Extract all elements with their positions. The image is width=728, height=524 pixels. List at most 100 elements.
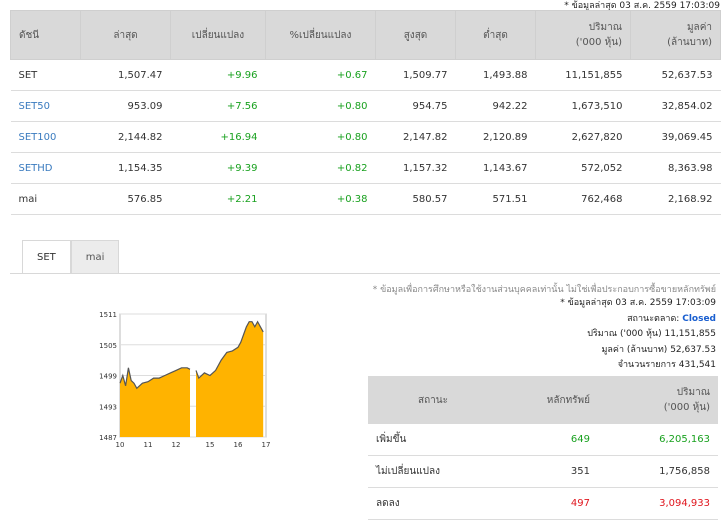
set-index-chart: 1511 1505 1499 1493 148710 11 12 15 16 17	[99, 311, 271, 449]
value-label: มูลค่า (ล้านบาท)	[601, 344, 668, 355]
table-row: SET50 953.09 +7.56 +0.80 954.75 942.22 1,673,5…	[10, 90, 721, 122]
cell-name[interactable]: SETHD	[10, 152, 81, 184]
cell-value: 52,637.53	[630, 59, 721, 91]
cell-status: เพิ่มขึ้น	[368, 424, 498, 456]
index-table: ดัชนี ล่าสุด เปลี่ยนแปลง %เปลี่ยนแปลง สู…	[10, 10, 721, 215]
value-value: 52,637.53	[670, 344, 716, 355]
x-tick-label: 10	[116, 441, 125, 449]
cell-change: +7.56	[170, 90, 266, 122]
table-row: ลดลง 497 3,094,933	[368, 487, 718, 520]
cell-low: 571.51	[455, 183, 536, 215]
cell-count: 351	[498, 455, 598, 488]
table-row: SET100 2,144.82 +16.94 +0.80 2,147.82 2,120.8…	[10, 121, 721, 153]
cell-value: 32,854.02	[630, 90, 721, 122]
cell-pct-change: +0.80	[265, 90, 376, 122]
col-high: สูงสุด	[375, 10, 456, 60]
x-tick-label: 12	[172, 441, 181, 449]
index-table-header: ดัชนี ล่าสุด เปลี่ยนแปลง %เปลี่ยนแปลง สู…	[10, 10, 721, 60]
col-securities: หลักทรัพย์	[498, 376, 598, 424]
cell-volume: 572,052	[535, 152, 631, 184]
cell-pct-change: +0.67	[265, 59, 376, 91]
cell-change: +9.96	[170, 59, 266, 91]
cell-low: 942.22	[455, 90, 536, 122]
cell-change: +9.39	[170, 152, 266, 184]
tab-divider	[10, 273, 720, 274]
cell-status: ไม่เปลี่ยนแปลง	[368, 455, 498, 488]
x-tick-label: 16	[234, 441, 243, 449]
cell-volume: 2,627,820	[535, 121, 631, 153]
col-volume: ปริมาณ ('000 หุ้น)	[535, 10, 631, 60]
cell-last: 1,507.47	[80, 59, 171, 91]
info-trades-line: จำนวนรายการ 431,541	[560, 358, 716, 374]
cell-stat-volume: 3,094,933	[598, 487, 718, 520]
cell-high: 2,147.82	[375, 121, 456, 153]
y-tick-label: 1487	[99, 434, 117, 442]
cell-low: 1,143.67	[455, 152, 536, 184]
cell-low: 2,120.89	[455, 121, 536, 153]
tab-set[interactable]: SET	[22, 240, 71, 274]
info-value-line: มูลค่า (ล้านบาท) 52,637.53	[560, 343, 716, 359]
cell-value: 8,363.98	[630, 152, 721, 184]
info-update: * ข้อมูลล่าสุด 03 ส.ค. 2559 17:03:09	[560, 298, 716, 308]
cell-status: ลดลง	[368, 487, 498, 520]
cell-volume: 762,468	[535, 183, 631, 215]
cell-last: 2,144.82	[80, 121, 171, 153]
info-status-line: สถานะตลาด: Closed	[560, 312, 716, 328]
y-tick-label: 1511	[99, 311, 117, 319]
cell-volume: 11,151,855	[535, 59, 631, 91]
cell-pct-change: +0.38	[265, 183, 376, 215]
cell-volume: 1,673,510	[535, 90, 631, 122]
cell-value: 2,168.92	[630, 183, 721, 215]
cell-last: 953.09	[80, 90, 171, 122]
table-row: mai 576.85 +2.21 +0.38 580.57 571.51 762,468 2,…	[10, 183, 721, 215]
x-tick-label: 11	[144, 441, 153, 449]
info-volume-line: ปริมาณ ('000 หุ้น) 11,151,855	[560, 327, 716, 343]
col-index: ดัชนี	[10, 10, 81, 60]
col-stat-volume: ปริมาณ ('000 หุ้น)	[598, 376, 718, 424]
x-tick-label: 15	[206, 441, 215, 449]
market-info: * ข้อมูลล่าสุด 03 ส.ค. 2559 17:03:09 สถา…	[560, 296, 716, 374]
col-pct-change: %เปลี่ยนแปลง	[265, 10, 376, 60]
trades-value: 431,541	[678, 360, 716, 370]
x-tick-label: 17	[262, 441, 271, 449]
market-status-label: สถานะตลาด:	[627, 313, 680, 324]
table-row: เพิ่มขึ้น 649 6,205,163	[368, 424, 718, 456]
advance-decline-table: สถานะ หลักทรัพย์ ปริมาณ ('000 หุ้น) เพิ่…	[368, 376, 718, 520]
volume-label: ปริมาณ ('000 หุ้น)	[587, 329, 662, 339]
trades-label: จำนวนรายการ	[617, 360, 676, 370]
cell-high: 1,509.77	[375, 59, 456, 91]
cell-stat-volume: 1,756,858	[598, 455, 718, 488]
cell-value: 39,069.45	[630, 121, 721, 153]
cell-change: +2.21	[170, 183, 266, 215]
market-tabs: SET mai	[22, 240, 120, 274]
y-tick-label: 1493	[99, 403, 117, 411]
y-tick-label: 1499	[99, 373, 117, 381]
cell-name[interactable]: SET50	[10, 90, 81, 122]
table-row: ไม่เปลี่ยนแปลง 351 1,756,858	[368, 455, 718, 488]
cell-last: 1,154.35	[80, 152, 171, 184]
cell-count: 649	[498, 424, 598, 456]
cell-name: SET	[10, 59, 81, 91]
volume-value: 11,151,855	[664, 329, 716, 339]
cell-high: 1,157.32	[375, 152, 456, 184]
stat-table-header: สถานะ หลักทรัพย์ ปริมาณ ('000 หุ้น)	[368, 376, 718, 424]
cell-stat-volume: 6,205,163	[598, 424, 718, 456]
col-last: ล่าสุด	[80, 10, 171, 60]
cell-name: mai	[10, 183, 81, 215]
market-status: Closed	[682, 313, 716, 324]
cell-pct-change: +0.80	[265, 121, 376, 153]
cell-last: 576.85	[80, 183, 171, 215]
cell-change: +16.94	[170, 121, 266, 153]
cell-count: 497	[498, 487, 598, 520]
col-value: มูลค่า (ล้านบาท)	[630, 10, 721, 60]
tab-mai[interactable]: mai	[70, 240, 120, 274]
disclaimer-note: * ข้อมูลเพื่อการศึกษาหรือใช้งานส่วนบุคคล…	[372, 285, 716, 295]
cell-low: 1,493.88	[455, 59, 536, 91]
col-status: สถานะ	[368, 376, 498, 424]
cell-high: 580.57	[375, 183, 456, 215]
cell-pct-change: +0.82	[265, 152, 376, 184]
table-row: SETHD 1,154.35 +9.39 +0.82 1,157.32 1,143.67 5…	[10, 152, 721, 184]
y-tick-label: 1505	[99, 342, 117, 350]
cell-name[interactable]: SET100	[10, 121, 81, 153]
table-row: SET 1,507.47 +9.96 +0.67 1,509.77 1,493.88 11,…	[10, 59, 721, 91]
